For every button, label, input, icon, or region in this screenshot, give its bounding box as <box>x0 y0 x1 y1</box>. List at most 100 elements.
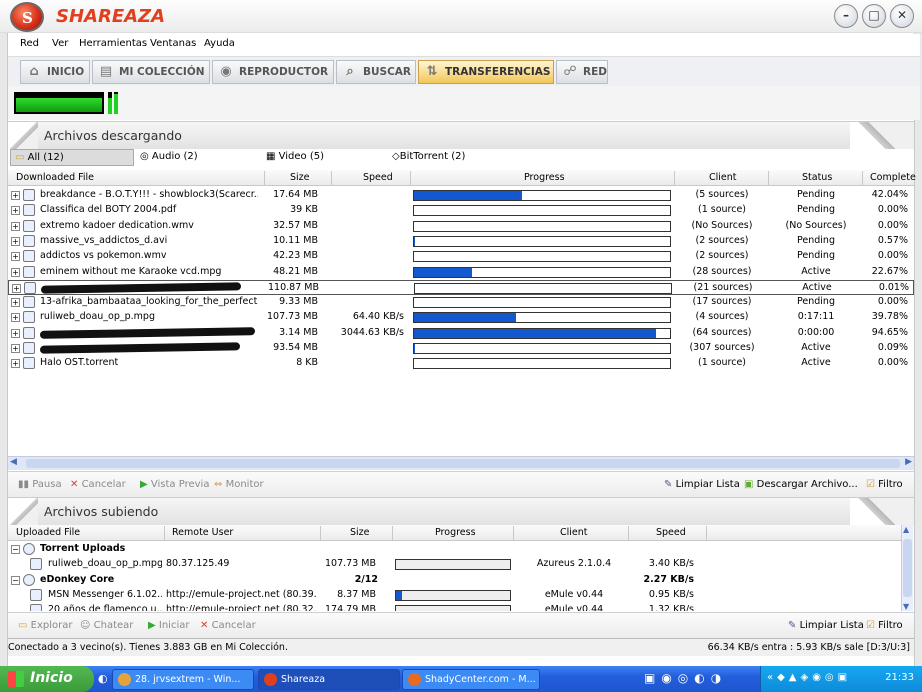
scroll-up-arrow-icon[interactable]: ▲ <box>903 525 909 534</box>
nav-reproductor[interactable]: ◉ REPRODUCTOR <box>212 60 334 84</box>
collapse-icon[interactable]: − <box>11 575 20 585</box>
close-button[interactable]: ✕ <box>890 4 914 28</box>
nav-buscar[interactable]: ⌕ BUSCAR <box>336 60 416 84</box>
minimize-button[interactable]: – <box>834 4 858 28</box>
redacted-filename-scribble <box>39 342 241 354</box>
download-row[interactable]: + Halo OST.torrent 8 KB (1 source) Active 0.0… <box>8 356 914 371</box>
expand-icon[interactable]: + <box>11 313 20 323</box>
col-downloaded-file[interactable]: Downloaded File <box>16 172 94 183</box>
expand-icon[interactable]: + <box>11 298 20 308</box>
nav-mi-coleccion[interactable]: ▤ MI COLECCIÓN <box>92 60 210 84</box>
hscroll-thumb[interactable] <box>26 459 900 468</box>
start-upload-button[interactable]: ▶ Iniciar <box>148 620 189 631</box>
download-row[interactable]: +13-afrika_bambaataa_looking_for_the_per… <box>8 295 914 310</box>
collapse-icon[interactable]: − <box>11 545 20 554</box>
pause-button[interactable]: ▮▮ Pausa <box>18 479 62 490</box>
filter-uploads-button[interactable]: ☑ Filtro <box>866 620 903 631</box>
upload-row[interactable]: 20 años de flamenco.u... http://emule-pro… <box>8 603 914 611</box>
download-row[interactable]: + Classifica del BOTY 2004.pdf 39 KB (1 sou… <box>8 203 914 218</box>
task-firefox[interactable]: ShadyCenter.com - M... <box>402 669 540 690</box>
col-remote-user[interactable]: Remote User <box>172 527 233 538</box>
expand-icon[interactable]: + <box>11 221 20 231</box>
filter-video[interactable]: ▦ Video (5) <box>266 151 324 162</box>
nav-red[interactable]: ☍ RED <box>556 60 608 84</box>
menu-ver[interactable]: Ver <box>52 38 68 49</box>
start-button[interactable]: Inicio <box>0 666 94 692</box>
tray-icons[interactable]: «◆▲◈◉◎▣ <box>767 672 851 683</box>
task-shareaza[interactable]: Shareaza <box>258 669 400 690</box>
expand-icon[interactable]: + <box>11 191 20 200</box>
chat-button[interactable]: ☺ Chatear <box>80 620 133 631</box>
col-client[interactable]: Client <box>709 172 737 183</box>
col-size[interactable]: Size <box>290 172 310 183</box>
col-speed[interactable]: Speed <box>363 172 393 183</box>
cancel-download-button[interactable]: ✕ Cancelar <box>70 479 126 490</box>
nav-inicio[interactable]: ⌂ INICIO <box>20 60 90 84</box>
monitor-button[interactable]: ⇔ Monitor <box>214 479 264 490</box>
download-complete: 0.00% <box>877 219 908 231</box>
clear-uploads-button[interactable]: ✎ Limpiar Lista <box>788 620 864 631</box>
upload-group-row[interactable]: − Torrent Uploads <box>8 542 914 557</box>
expand-icon[interactable]: + <box>11 359 20 369</box>
col-separator <box>410 171 411 185</box>
quicklaunch-tray-icons[interactable]: ▣◉◎◐◑ <box>644 671 727 685</box>
task-shareaza-label: Shareaza <box>281 674 326 685</box>
col-status[interactable]: Status <box>802 172 832 183</box>
nav-transferencias[interactable]: ⇅ TRANSFERENCIAS <box>418 60 554 84</box>
download-row[interactable]: +110.87 MB (21 sources) Active 0.01% <box>8 279 914 295</box>
download-file-button[interactable]: ▣ Descargar Archivo... <box>744 479 858 490</box>
menu-ventanas[interactable]: Ventanas <box>150 38 196 49</box>
expand-icon[interactable]: + <box>11 236 20 246</box>
col-progress[interactable]: Progress <box>524 172 565 183</box>
download-row[interactable]: + extremo kadoer dedication.wmv 32.57 MB (N… <box>8 219 914 234</box>
download-row[interactable]: + breakdance - B.O.T.Y!!! - showblock3(Sc… <box>8 188 914 203</box>
menu-herramientas[interactable]: Herramientas <box>79 38 147 49</box>
maximize-button[interactable]: □ <box>862 4 886 28</box>
download-row[interactable]: + eminem without me Karaoke vcd.mpg 48.21 … <box>8 265 914 280</box>
scroll-down-arrow-icon[interactable]: ▼ <box>903 602 909 611</box>
task-winamp[interactable]: 28. jrvsextrem - Win... <box>112 669 254 690</box>
download-row[interactable]: + addictos vs pokemon.wmv 42.23 MB (2 sourc… <box>8 249 914 264</box>
col-uploaded-file[interactable]: Uploaded File <box>16 527 80 538</box>
expand-icon[interactable]: + <box>11 252 20 262</box>
download-file-label: Descargar Archivo... <box>756 479 858 490</box>
filter-downloads-button[interactable]: ☑ Filtro <box>866 479 903 490</box>
download-row[interactable]: +3.14 MB 3044.63 KB/s (64 sources) 0:00:00 9… <box>8 326 914 341</box>
quicklaunch-icon[interactable]: ◐ <box>98 672 108 685</box>
download-row[interactable]: +93.54 MB (307 sources) Active 0.09% <box>8 341 914 356</box>
expand-icon[interactable]: + <box>12 283 21 293</box>
uploads-vscroll[interactable]: ▲ ▼ <box>901 525 913 611</box>
upload-row[interactable]: MSN Messenger 6.1.02... http://emule-proj… <box>8 588 914 603</box>
scroll-left-arrow-icon[interactable]: ◀ <box>10 457 17 467</box>
expand-icon[interactable]: + <box>11 267 20 277</box>
col-upload-progress[interactable]: Progress <box>435 527 476 538</box>
filter-audio[interactable]: ◎ Audio (2) <box>140 151 198 162</box>
upload-group-row[interactable]: − eDonkey Core 2/12 2.27 KB/s <box>8 573 914 588</box>
cancel-icon: ✕ <box>70 479 79 490</box>
pause-icon: ▮▮ <box>18 479 30 490</box>
explore-button[interactable]: ▭ Explorar <box>18 620 72 631</box>
downloads-hscroll[interactable]: ◀ ▶ <box>8 456 914 470</box>
download-filename: addictos vs pokemon.wmv <box>40 250 167 262</box>
vscroll-thumb[interactable] <box>903 539 912 597</box>
col-upload-client[interactable]: Client <box>560 527 588 538</box>
menu-ayuda[interactable]: Ayuda <box>204 38 235 49</box>
expand-icon[interactable]: + <box>11 328 20 338</box>
col-complete[interactable]: Complete <box>870 172 916 183</box>
filter-all[interactable]: ▭ All (12) <box>10 149 134 166</box>
cancel-upload-button[interactable]: ✕ Cancelar <box>200 620 256 631</box>
upload-row[interactable]: ruliweb_doau_op_p.mpg 80.37.125.49 107.73 … <box>8 557 914 572</box>
download-row[interactable]: + massive_vs_addictos_d.avi 10.11 MB (2 sou… <box>8 234 914 249</box>
download-progress-bar <box>413 220 671 232</box>
filter-bittorrent[interactable]: ◇BitTorrent (2) <box>392 151 465 162</box>
expand-icon[interactable]: + <box>11 344 20 353</box>
expand-icon[interactable]: + <box>11 206 20 216</box>
menu-red[interactable]: Red <box>20 38 39 49</box>
preview-button[interactable]: ▶ Vista Previa <box>140 479 209 490</box>
scroll-right-arrow-icon[interactable]: ▶ <box>905 457 912 467</box>
download-row[interactable]: + ruliweb_doau_op_p.mpg 107.73 MB 64.40 KB/… <box>8 310 914 325</box>
download-size: 48.21 MB <box>273 265 318 277</box>
col-upload-speed[interactable]: Speed <box>656 527 686 538</box>
clear-downloads-button[interactable]: ✎ Limpiar Lista <box>664 479 740 490</box>
col-upload-size[interactable]: Size <box>350 527 370 538</box>
